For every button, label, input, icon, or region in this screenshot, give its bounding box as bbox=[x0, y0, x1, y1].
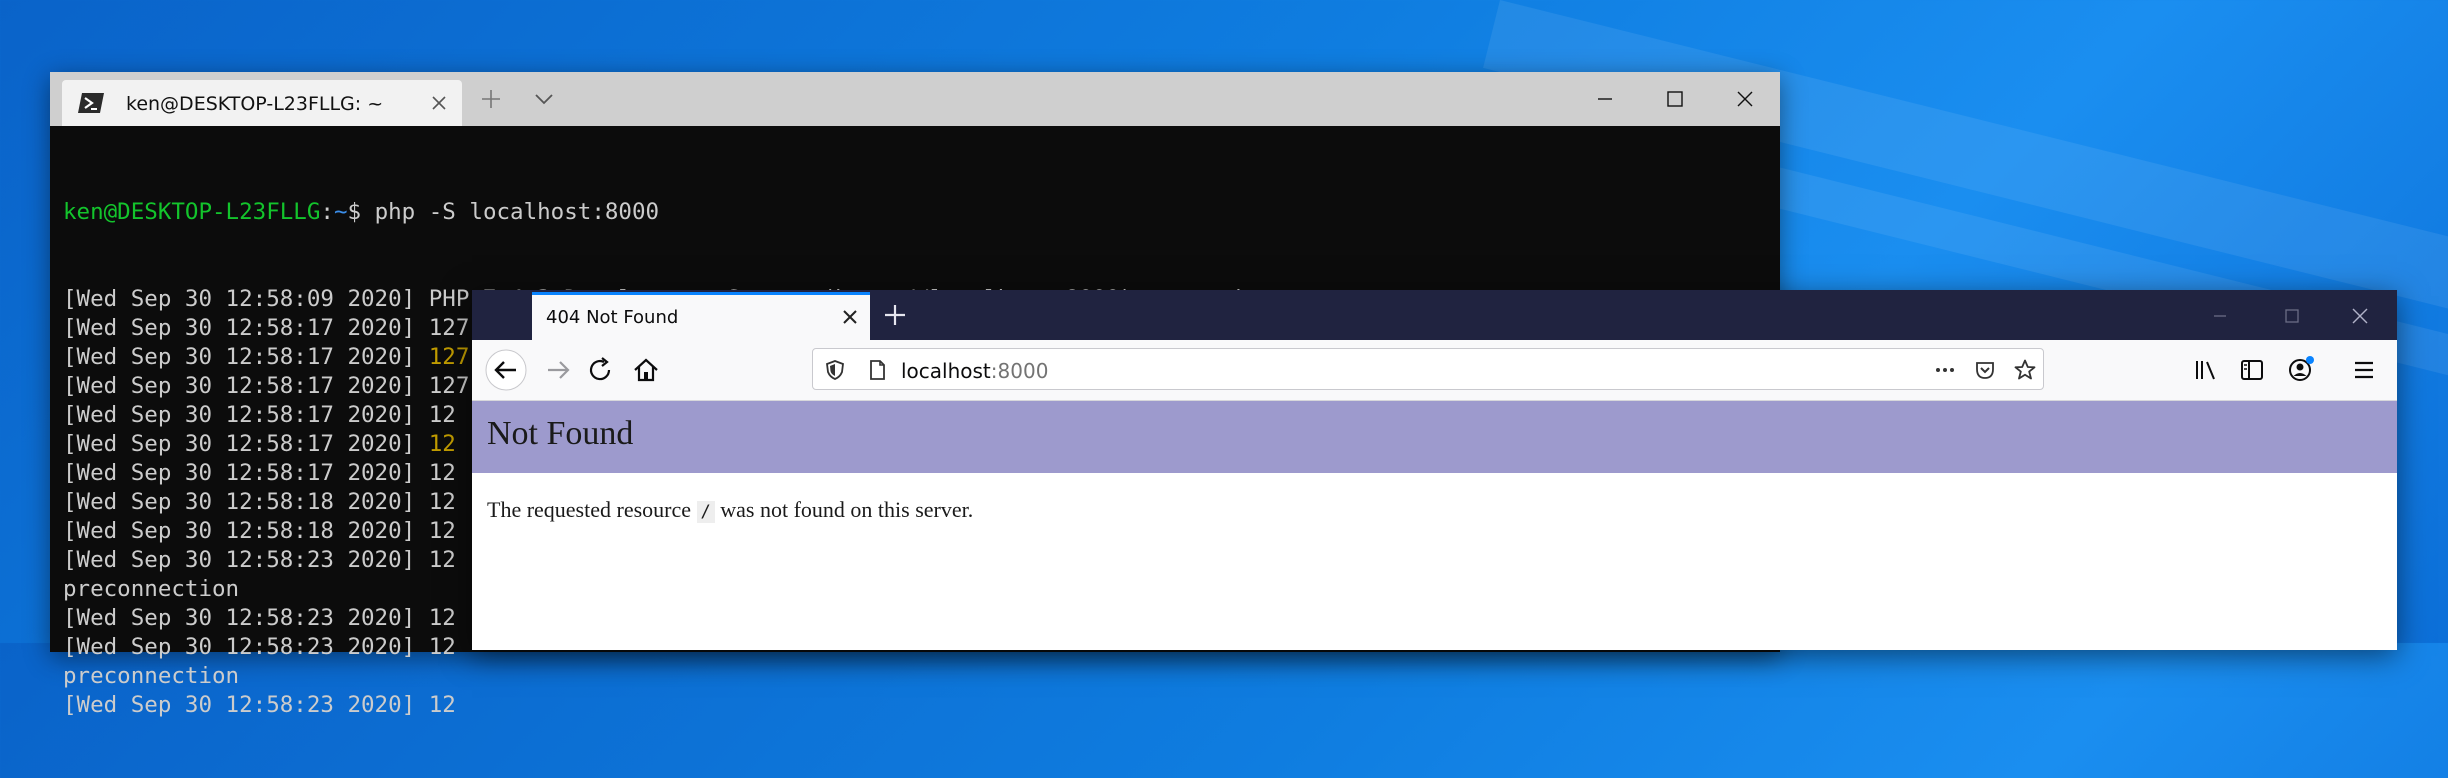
browser-window[interactable]: 404 Not Found localhost:8000 Not Found T… bbox=[472, 290, 2397, 650]
message-before: The requested resource bbox=[487, 497, 697, 522]
log-timestamp: [Wed Sep 30 12:58:23 2020] bbox=[63, 692, 429, 718]
error-message: The requested resource / was not found o… bbox=[487, 497, 973, 523]
log-timestamp: [Wed Sep 30 12:58:17 2020] bbox=[63, 431, 429, 457]
page-header: Not Found bbox=[472, 401, 2397, 473]
url-port: :8000 bbox=[990, 359, 1049, 383]
maximize-icon[interactable] bbox=[2280, 304, 2304, 328]
pocket-icon[interactable] bbox=[1973, 358, 1997, 382]
terminal-titlebar[interactable]: ken@DESKTOP-L23FLLG: ~ bbox=[50, 72, 1780, 126]
maximize-icon[interactable] bbox=[1660, 84, 1690, 114]
terminal-tab[interactable]: ken@DESKTOP-L23FLLG: ~ bbox=[62, 80, 462, 126]
browser-tabbar[interactable]: 404 Not Found bbox=[472, 290, 2397, 340]
minimize-icon[interactable] bbox=[2208, 304, 2232, 328]
plus-icon[interactable] bbox=[882, 302, 908, 328]
prompt-separator: : bbox=[320, 199, 334, 225]
log-message: 12 bbox=[428, 605, 456, 631]
page-icon[interactable] bbox=[865, 358, 889, 382]
url-host: localhost bbox=[901, 359, 991, 383]
browser-tab-title: 404 Not Found bbox=[546, 307, 679, 328]
terminal-log-line: preconnection bbox=[63, 662, 1780, 691]
url-bar[interactable]: localhost:8000 bbox=[812, 348, 2044, 390]
reload-icon[interactable] bbox=[582, 352, 618, 388]
plus-icon[interactable] bbox=[478, 86, 504, 112]
sidebar-icon[interactable] bbox=[2234, 352, 2270, 388]
powershell-icon bbox=[78, 93, 104, 113]
message-after: was not found on this server. bbox=[714, 497, 974, 522]
hamburger-menu-icon[interactable] bbox=[2346, 352, 2382, 388]
star-icon[interactable] bbox=[2013, 358, 2037, 382]
browser-tab[interactable]: 404 Not Found bbox=[532, 292, 870, 340]
log-message: preconnection bbox=[63, 576, 240, 602]
log-timestamp: [Wed Sep 30 12:58:18 2020] bbox=[63, 518, 429, 544]
log-timestamp: [Wed Sep 30 12:58:09 2020] bbox=[63, 286, 429, 312]
browser-navbar[interactable]: localhost:8000 bbox=[472, 340, 2397, 401]
terminal-tab-title: ken@DESKTOP-L23FLLG: ~ bbox=[126, 93, 384, 115]
close-icon[interactable] bbox=[840, 307, 860, 327]
terminal-command: php -S localhost:8000 bbox=[374, 199, 660, 225]
shield-icon[interactable] bbox=[823, 358, 847, 382]
log-message: 12 bbox=[428, 402, 456, 428]
log-timestamp: [Wed Sep 30 12:58:17 2020] bbox=[63, 402, 429, 428]
log-timestamp: [Wed Sep 30 12:58:17 2020] bbox=[63, 373, 429, 399]
log-message: 12 bbox=[428, 692, 456, 718]
log-message: 12 bbox=[428, 518, 456, 544]
log-message: 12 bbox=[428, 431, 456, 457]
account-icon[interactable] bbox=[2282, 352, 2318, 388]
url-text[interactable]: localhost:8000 bbox=[901, 359, 1048, 383]
log-timestamp: [Wed Sep 30 12:58:23 2020] bbox=[63, 547, 429, 573]
prompt-path: ~ bbox=[333, 199, 348, 225]
resource-path: / bbox=[696, 501, 715, 523]
log-message: preconnection bbox=[63, 663, 240, 689]
log-message: 12 bbox=[428, 460, 456, 486]
forward-arrow-icon[interactable] bbox=[540, 352, 576, 388]
prompt-user: ken@DESKTOP-L23FLLG bbox=[63, 199, 321, 225]
terminal-prompt-line: ken@DESKTOP-L23FLLG:~$ php -S localhost:… bbox=[63, 198, 1780, 227]
library-icon[interactable] bbox=[2188, 352, 2224, 388]
log-timestamp: [Wed Sep 30 12:58:18 2020] bbox=[63, 489, 429, 515]
log-timestamp: [Wed Sep 30 12:58:17 2020] bbox=[63, 315, 429, 341]
back-arrow-icon[interactable] bbox=[484, 348, 528, 392]
log-timestamp: [Wed Sep 30 12:58:17 2020] bbox=[63, 344, 429, 370]
log-timestamp: [Wed Sep 30 12:58:17 2020] bbox=[63, 460, 429, 486]
close-icon[interactable] bbox=[1730, 84, 1760, 114]
page-content: Not Found The requested resource / was n… bbox=[472, 401, 2397, 650]
home-icon[interactable] bbox=[628, 352, 664, 388]
chevron-down-icon[interactable] bbox=[532, 88, 556, 110]
terminal-log-line: [Wed Sep 30 12:58:23 2020] 12 bbox=[63, 691, 1780, 720]
minimize-icon[interactable] bbox=[1590, 84, 1620, 114]
page-title: Not Found bbox=[487, 415, 634, 452]
log-message: 12 bbox=[428, 634, 456, 660]
log-message: 12 bbox=[428, 489, 456, 515]
log-timestamp: [Wed Sep 30 12:58:23 2020] bbox=[63, 634, 429, 660]
more-icon[interactable] bbox=[1933, 358, 1957, 382]
prompt-symbol: $ bbox=[347, 199, 375, 225]
close-icon[interactable] bbox=[428, 92, 450, 114]
log-timestamp: [Wed Sep 30 12:58:23 2020] bbox=[63, 605, 429, 631]
close-icon[interactable] bbox=[2348, 304, 2372, 328]
log-message: 12 bbox=[428, 547, 456, 573]
